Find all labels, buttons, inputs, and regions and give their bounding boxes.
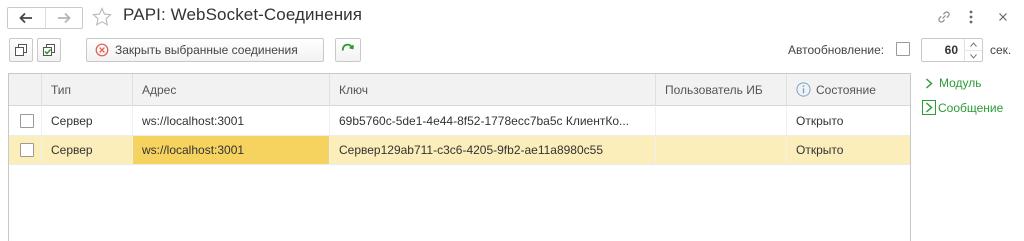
column-header-state-label: Состояние [816,82,876,97]
interval-unit: сек. [990,43,1012,57]
table-header: Тип Адрес Ключ Пользователь ИБ Состояние [9,74,910,106]
cell-address-current: ws://localhost:3001 [132,136,329,164]
arrow-left-icon [19,12,33,24]
message-link-label: Сообщение [938,100,1004,115]
row-checkbox[interactable] [20,143,34,157]
spin-up-button[interactable] [965,39,982,50]
cell-address: ws://localhost:3001 [132,107,329,135]
check-all-button[interactable] [37,38,61,62]
title-bar: РАPI: WebSocket-Соединения [0,0,1024,34]
cell-key: 69b5760c-5de1-4e44-8f52-1778ecc7ba5c Кли… [329,107,655,135]
table-row-selected[interactable]: Сервер ws://localhost:3001 Сервер129ab71… [9,136,910,165]
refresh-interval-value: 60 [944,43,958,57]
refresh-button[interactable] [335,38,361,62]
cell-type: Сервер [41,107,132,135]
chevron-right-icon [922,77,936,89]
arrow-right-icon [57,12,71,24]
info-icon [796,82,811,97]
back-button[interactable] [8,8,45,28]
refresh-icon [341,43,354,51]
cell-user [655,107,786,135]
nav-buttons [7,7,83,29]
close-icon[interactable] [996,8,1010,26]
chevron-up-icon [970,42,977,47]
column-header-type[interactable]: Тип [41,74,132,105]
cell-user [655,136,786,164]
table-row[interactable]: Сервер ws://localhost:3001 69b5760c-5de1… [9,107,910,136]
chevron-right-icon [922,100,936,115]
cell-key: Сервер129ab711-c3c6-4205-9fb2-ae11a8980c… [329,136,655,164]
copy-icon [15,44,27,56]
module-link-label: Модуль [939,76,982,90]
cell-type: Сервер [41,136,132,164]
cell-state: Открыто [786,107,910,135]
check-all-icon [43,44,55,56]
close-selected-connections-button[interactable]: Закрыть выбранные соединения [86,38,324,62]
module-link[interactable]: Модуль [922,76,982,90]
column-header-select [9,74,41,105]
spin-down-button[interactable] [965,50,982,61]
forward-button[interactable] [44,8,83,28]
column-header-key[interactable]: Ключ [329,74,655,105]
refresh-interval-field[interactable]: 60 [921,38,983,62]
row-select-cell [9,136,41,164]
interval-spinner[interactable] [964,39,982,61]
command-bar: Закрыть выбранные соединения Автообновле… [0,38,1024,64]
column-header-address[interactable]: Адрес [132,74,329,105]
column-header-user[interactable]: Пользователь ИБ [655,74,786,105]
message-link[interactable]: Сообщение [922,100,1003,115]
circle-x-icon [95,43,109,57]
close-selected-label: Закрыть выбранные соединения [115,43,298,57]
more-vertical-icon[interactable] [966,8,976,26]
autorefresh-checkbox[interactable] [896,42,910,56]
star-icon[interactable] [91,6,113,28]
row-select-cell [9,107,41,135]
chevron-down-icon [970,53,977,59]
autorefresh-label: Автообновление: [788,43,885,57]
column-header-state[interactable]: Состояние [786,74,910,105]
copy-button[interactable] [9,38,33,62]
link-icon[interactable] [935,8,953,26]
page-title: РАPI: WebSocket-Соединения [123,5,363,24]
connections-table: Тип Адрес Ключ Пользователь ИБ Состояние… [8,73,911,241]
row-checkbox[interactable] [20,114,34,128]
cell-state: Открыто [786,136,910,164]
